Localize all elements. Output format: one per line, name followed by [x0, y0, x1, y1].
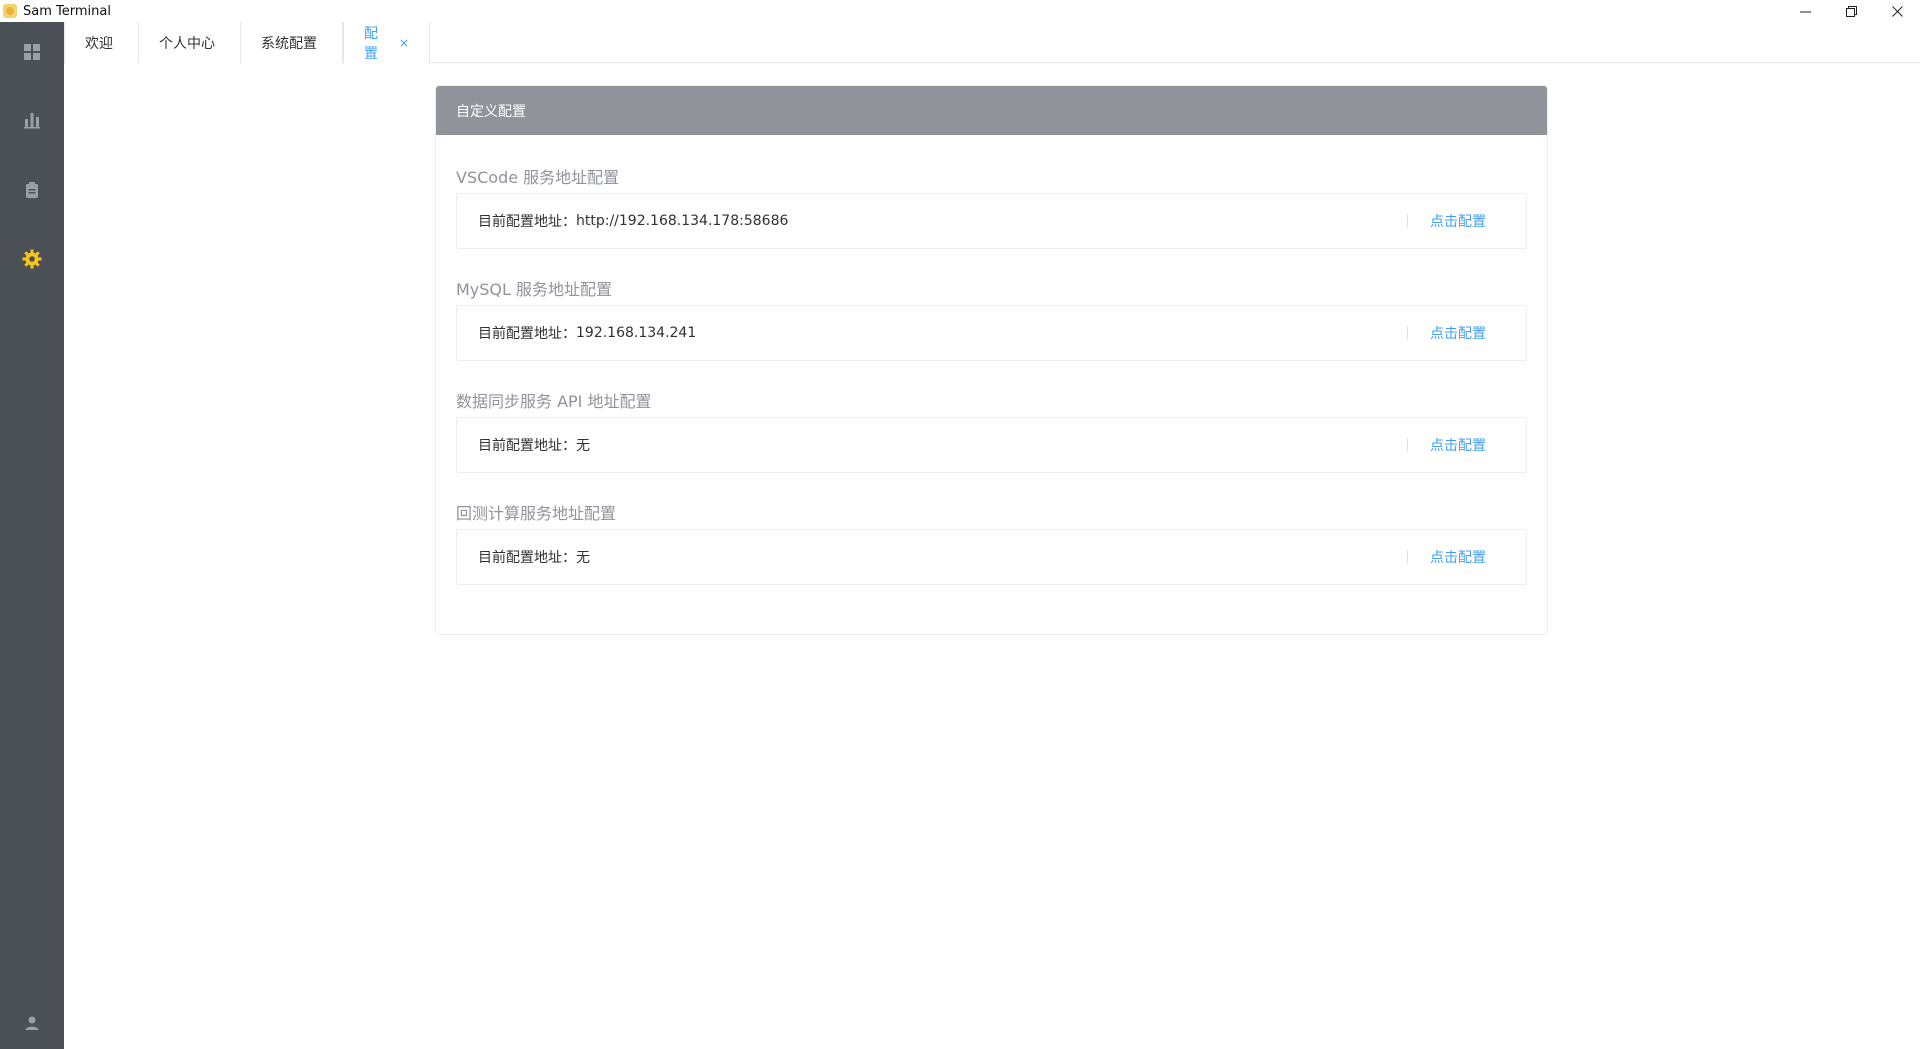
sidebar-item-dashboard[interactable]: [0, 30, 64, 74]
address-value: 无: [576, 550, 590, 566]
tab-config[interactable]: 配置 ×: [343, 22, 430, 64]
divider: [1407, 438, 1408, 452]
app-logo-icon: [3, 4, 17, 18]
config-row-backtest: 目前配置地址： 无 点击配置: [456, 529, 1527, 585]
close-icon: [1891, 5, 1903, 17]
configure-link-mysql[interactable]: 点击配置: [1430, 306, 1486, 360]
tab-system-config[interactable]: 系统配置: [241, 22, 343, 63]
minimize-icon: [1799, 11, 1811, 12]
configure-link-backtest[interactable]: 点击配置: [1430, 530, 1486, 584]
card-title: 自定义配置: [456, 103, 526, 120]
tab-label: 欢迎: [85, 35, 113, 52]
sidebar: [0, 22, 64, 1049]
address-label: 目前配置地址：: [478, 214, 576, 230]
configure-link-data-sync[interactable]: 点击配置: [1430, 418, 1486, 472]
divider: [1407, 550, 1408, 564]
config-row-vscode: 目前配置地址： http://192.168.134.178:58686 点击配…: [456, 193, 1527, 249]
sidebar-item-user[interactable]: [0, 1001, 64, 1045]
section-title-backtest: 回测计算服务地址配置: [456, 504, 617, 523]
tab-close-icon[interactable]: ×: [399, 36, 409, 50]
address-label: 目前配置地址：: [478, 438, 576, 454]
tab-label: 系统配置: [261, 35, 317, 52]
window-controls: [1782, 0, 1920, 22]
gear-icon: [22, 249, 42, 269]
divider: [1407, 214, 1408, 228]
address-value: http://192.168.134.178:58686: [576, 213, 789, 229]
address-value: 无: [576, 438, 590, 454]
tab-label: 配置: [364, 25, 378, 62]
configure-link-vscode[interactable]: 点击配置: [1430, 194, 1486, 248]
clipboard-icon: [26, 182, 38, 198]
section-title-data-sync: 数据同步服务 API 地址配置: [456, 392, 652, 411]
divider: [1407, 326, 1408, 340]
restore-icon: [1845, 5, 1857, 17]
section-title-vscode: VSCode 服务地址配置: [456, 168, 620, 187]
tab-bar: 欢迎 个人中心 系统配置 配置 ×: [64, 22, 1920, 64]
user-icon: [25, 1016, 39, 1030]
restore-button[interactable]: [1828, 0, 1874, 22]
title-bar: Sam Terminal: [0, 0, 1920, 22]
sidebar-item-clipboard[interactable]: [0, 168, 64, 212]
card-header: 自定义配置: [436, 86, 1547, 135]
address-label: 目前配置地址：: [478, 550, 576, 566]
sidebar-item-charts[interactable]: [0, 98, 64, 142]
tab-personal-center[interactable]: 个人中心: [139, 22, 241, 63]
bar-chart-icon: [24, 113, 40, 129]
address-label: 目前配置地址：: [478, 326, 576, 342]
window-title: Sam Terminal: [23, 3, 111, 19]
config-row-mysql: 目前配置地址： 192.168.134.241 点击配置: [456, 305, 1527, 361]
minimize-button[interactable]: [1782, 0, 1828, 22]
address-value: 192.168.134.241: [576, 325, 697, 341]
section-title-mysql: MySQL 服务地址配置: [456, 280, 613, 299]
config-row-data-sync: 目前配置地址： 无 点击配置: [456, 417, 1527, 473]
dashboard-grid-icon: [24, 44, 40, 60]
sidebar-item-settings[interactable]: [0, 237, 64, 281]
tab-label: 个人中心: [159, 35, 215, 52]
close-window-button[interactable]: [1874, 0, 1920, 22]
tab-welcome[interactable]: 欢迎: [64, 22, 139, 63]
custom-config-card: 自定义配置 VSCode 服务地址配置 目前配置地址： http://192.1…: [435, 85, 1548, 635]
